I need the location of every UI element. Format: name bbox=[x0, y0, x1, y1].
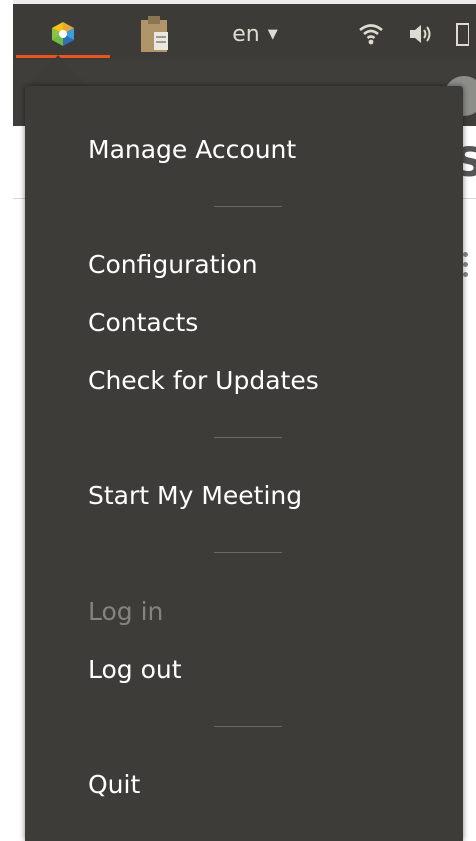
battery-icon bbox=[456, 23, 469, 46]
app-logo-icon bbox=[52, 22, 74, 46]
app-indicator[interactable] bbox=[16, 8, 110, 60]
screenshot-left-edge bbox=[0, 0, 13, 841]
menu-item-quit[interactable]: Quit bbox=[88, 770, 140, 800]
speaker-volume-icon bbox=[410, 25, 431, 43]
menu-item-check-for-updates[interactable]: Check for Updates bbox=[88, 366, 319, 396]
network-indicator[interactable] bbox=[353, 8, 389, 60]
battery-indicator[interactable] bbox=[448, 8, 476, 60]
app-indicator-menu: Manage Account Configuration Contacts Ch… bbox=[25, 86, 463, 841]
clipboard-indicator[interactable] bbox=[130, 8, 180, 60]
more-options-icon[interactable] bbox=[463, 252, 469, 282]
menu-separator bbox=[214, 552, 282, 553]
wifi-icon bbox=[359, 24, 383, 45]
menu-item-manage-account[interactable]: Manage Account bbox=[88, 135, 296, 165]
language-code: en bbox=[232, 21, 260, 47]
menu-separator bbox=[214, 726, 282, 727]
panel-top-edge bbox=[0, 0, 476, 4]
active-indicator-underline bbox=[16, 55, 110, 58]
menu-item-start-my-meeting[interactable]: Start My Meeting bbox=[88, 481, 302, 511]
caret-down-icon: ▼ bbox=[267, 26, 278, 42]
menu-separator bbox=[214, 206, 282, 207]
menu-item-log-in: Log in bbox=[88, 597, 164, 626]
screen: S en ▼ Manage Account Configuration Cont… bbox=[0, 0, 476, 841]
clipboard-icon bbox=[141, 16, 168, 52]
keyboard-language-indicator[interactable]: en ▼ bbox=[215, 8, 295, 60]
menu-separator bbox=[214, 437, 282, 438]
menu-item-log-out[interactable]: Log out bbox=[88, 655, 182, 685]
menu-item-contacts[interactable]: Contacts bbox=[88, 308, 198, 338]
sound-indicator[interactable] bbox=[405, 8, 439, 60]
menu-item-configuration[interactable]: Configuration bbox=[88, 250, 258, 280]
